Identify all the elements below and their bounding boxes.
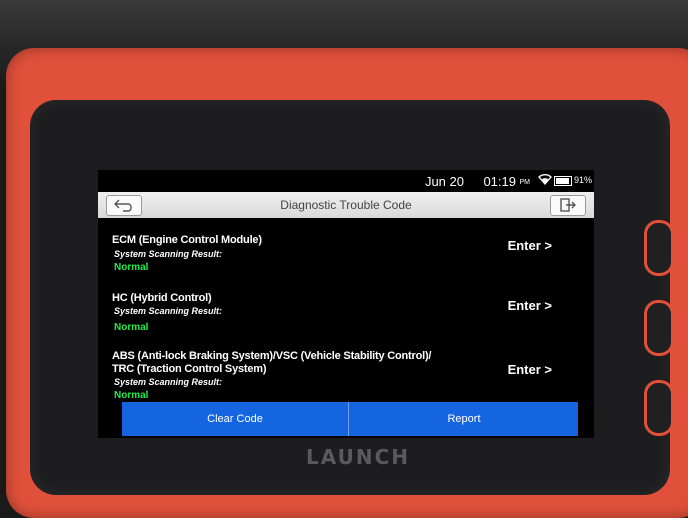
- wifi-icon: [538, 173, 552, 188]
- status-date: Jun 20: [424, 174, 464, 189]
- scan-result-status: Normal: [114, 262, 149, 273]
- module-name-line2: TRC (Traction Control System): [112, 363, 267, 375]
- enter-button[interactable]: Enter >: [508, 238, 552, 253]
- device-screen: Jun 20 01:19 PM 91% Diagnostic Trouble C…: [98, 170, 594, 438]
- side-button[interactable]: [644, 300, 674, 356]
- enter-button[interactable]: Enter >: [508, 362, 552, 377]
- module-name: ECM (Engine Control Module): [112, 234, 262, 246]
- battery-level-fill: [556, 178, 569, 184]
- exit-icon: [560, 198, 576, 212]
- battery-icon: [554, 176, 572, 186]
- scan-result-label: System Scanning Result:: [114, 306, 223, 316]
- module-name: ABS (Anti-lock Braking System)/VSC (Vehi…: [112, 350, 432, 362]
- scan-result-label: System Scanning Result:: [114, 377, 223, 387]
- status-bar: Jun 20 01:19 PM 91%: [98, 170, 594, 192]
- scan-result-status: Normal: [114, 390, 149, 401]
- module-item-abs[interactable]: ABS (Anti-lock Braking System)/VSC (Vehi…: [98, 338, 594, 402]
- status-ampm: PM: [519, 179, 531, 186]
- bottom-action-bar: Clear Code Report: [122, 402, 578, 436]
- status-time: 01:19: [483, 174, 516, 189]
- clear-code-button[interactable]: Clear Code: [122, 402, 349, 436]
- brand-logo: LAUNCH: [305, 445, 410, 469]
- module-list: ECM (Engine Control Module) System Scann…: [98, 218, 594, 402]
- title-bar: Diagnostic Trouble Code: [98, 192, 594, 219]
- module-name: HC (Hybrid Control): [112, 292, 212, 304]
- side-button[interactable]: [644, 220, 674, 276]
- scan-result-status: Normal: [114, 322, 149, 333]
- module-item-hc[interactable]: HC (Hybrid Control) System Scanning Resu…: [98, 278, 594, 334]
- page-title: Diagnostic Trouble Code: [280, 198, 412, 212]
- module-item-ecm[interactable]: ECM (Engine Control Module) System Scann…: [98, 218, 594, 274]
- exit-button[interactable]: [550, 195, 586, 216]
- side-button[interactable]: [644, 380, 674, 436]
- scan-result-label: System Scanning Result:: [114, 249, 223, 259]
- battery-percent: 91%: [573, 175, 592, 185]
- report-button[interactable]: Report: [350, 402, 578, 436]
- enter-button[interactable]: Enter >: [508, 298, 552, 313]
